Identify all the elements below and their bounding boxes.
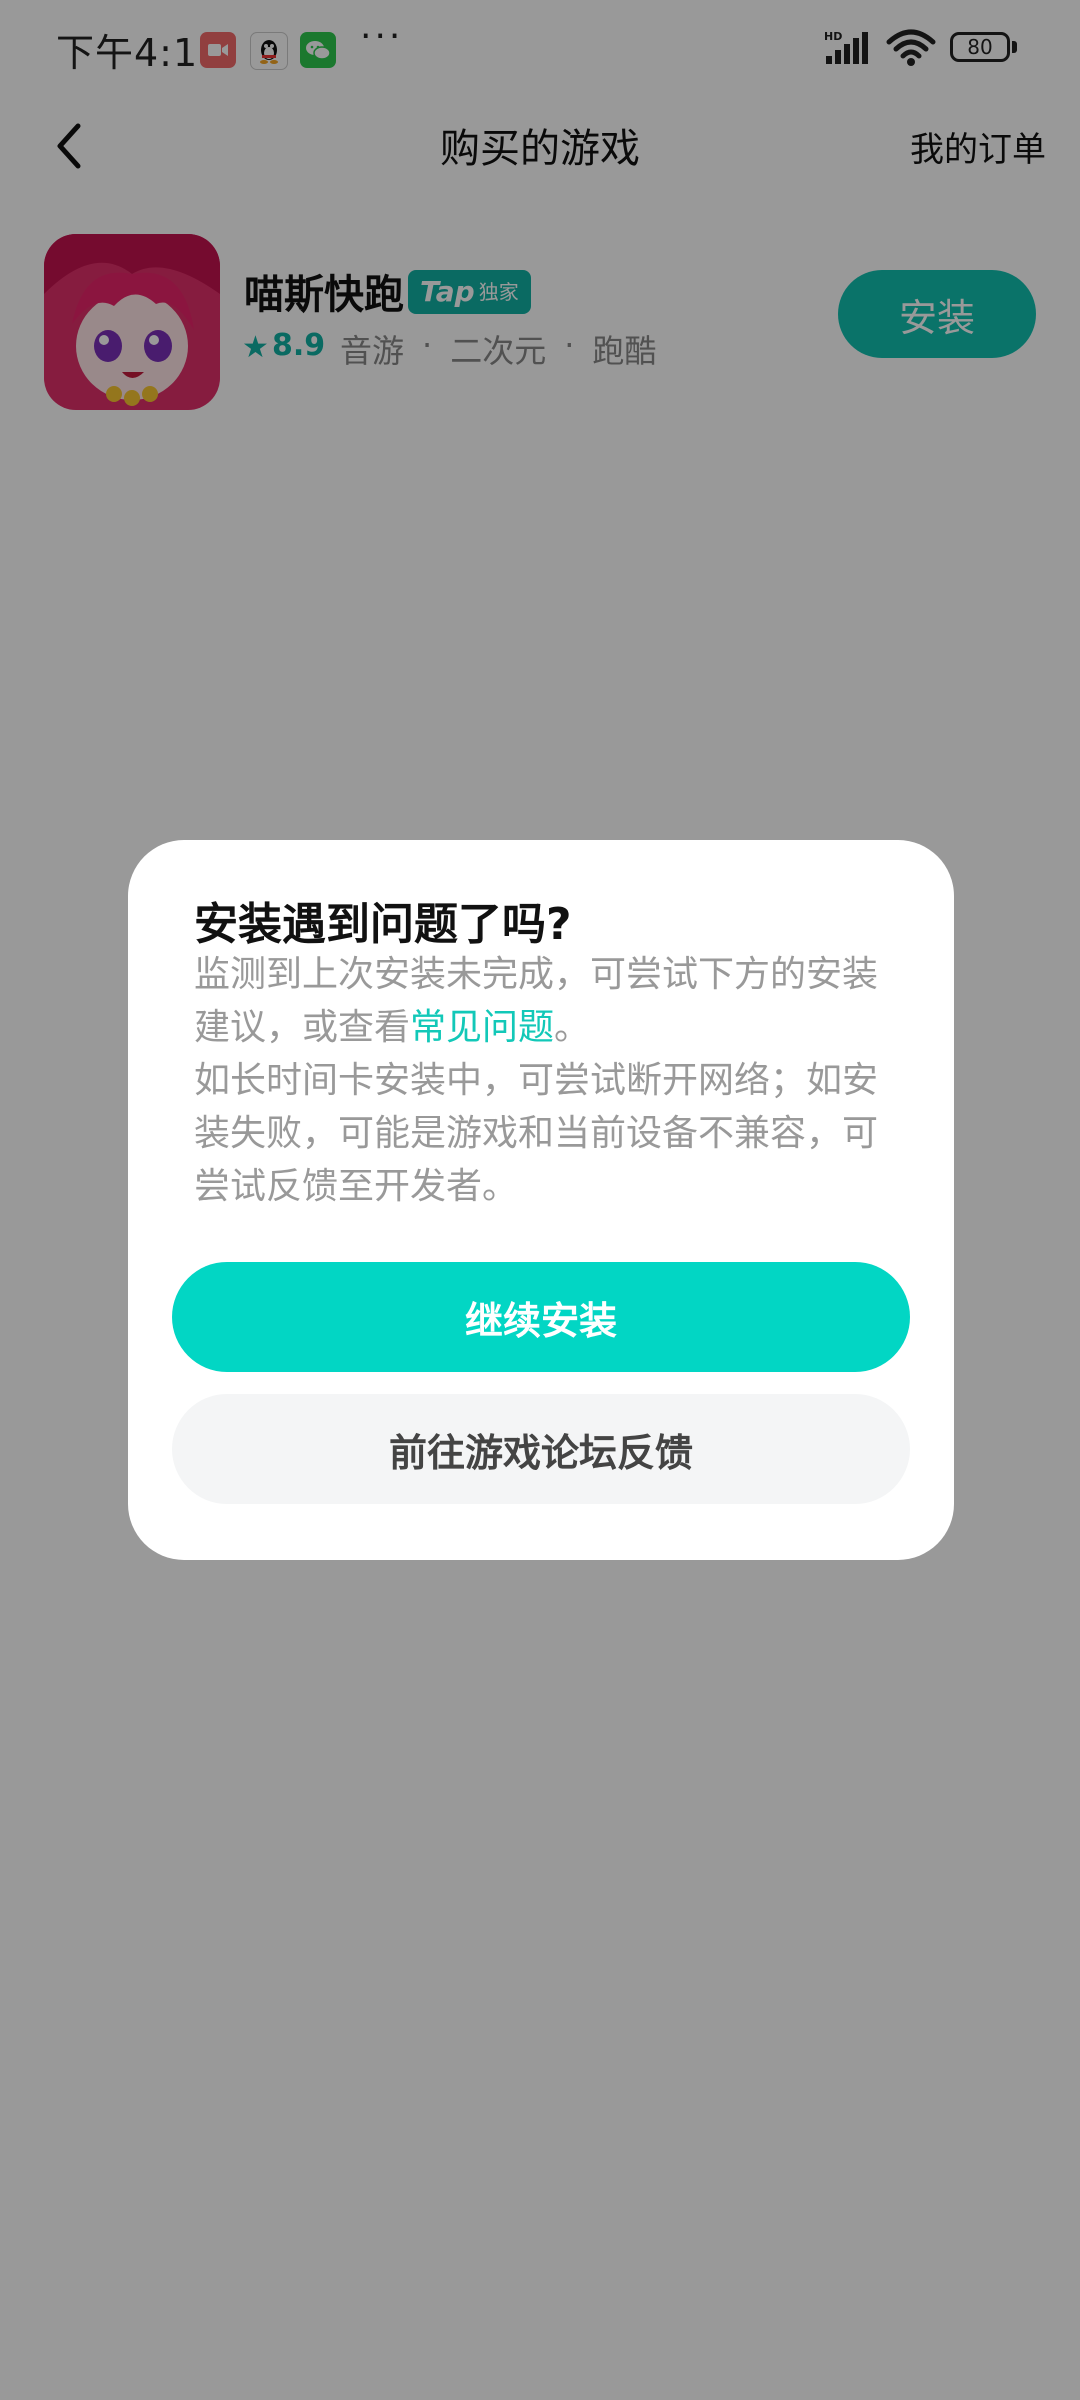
dialog-text: 。: [554, 1007, 591, 1048]
dialog-paragraph-1: 监测到上次安装未完成，可尝试下方的安装建议，或查看常见问题。: [194, 948, 894, 1054]
continue-install-button[interactable]: 继续安装: [172, 1262, 910, 1372]
dialog-message: 监测到上次安装未完成，可尝试下方的安装建议，或查看常见问题。 如长时间卡安装中，…: [194, 948, 894, 1213]
dialog-title: 安装遇到问题了吗?: [194, 899, 572, 950]
forum-feedback-button[interactable]: 前往游戏论坛反馈: [172, 1394, 910, 1504]
dialog-paragraph-2: 如长时间卡安装中，可尝试断开网络；如安装失败，可能是游戏和当前设备不兼容，可尝试…: [194, 1060, 879, 1207]
install-problem-dialog: 安装遇到问题了吗? 监测到上次安装未完成，可尝试下方的安装建议，或查看常见问题。…: [128, 840, 954, 1560]
faq-link[interactable]: 常见问题: [410, 1007, 554, 1048]
